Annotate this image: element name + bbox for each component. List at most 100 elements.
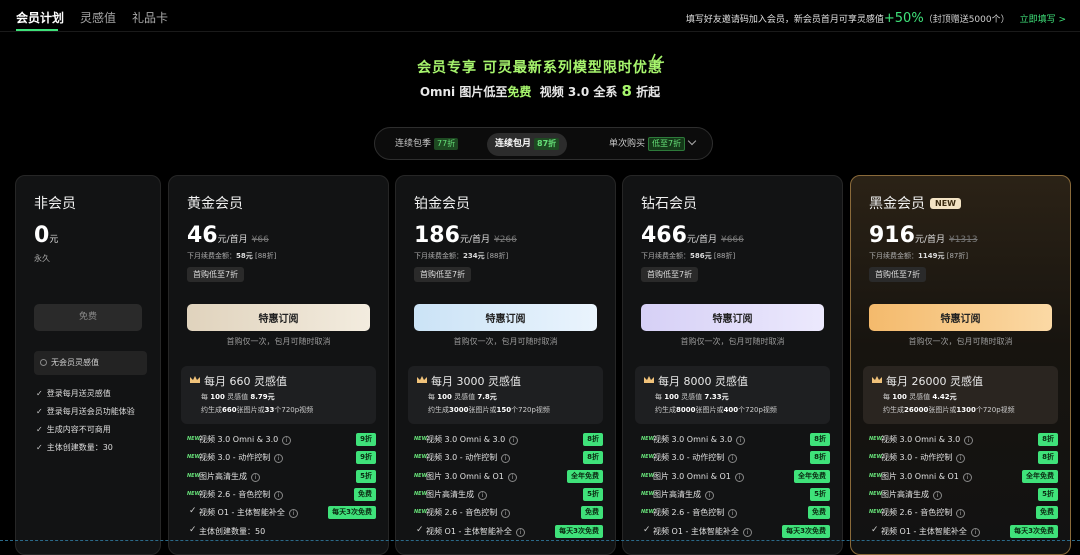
info-icon[interactable]: i — [274, 490, 284, 500]
text: 张图片或 — [468, 406, 497, 414]
sparkle-icon — [651, 53, 665, 64]
plan-feature: NEW 视频 2.6 - 音色控制 i 免费 — [869, 506, 1058, 520]
info-icon[interactable]: i — [964, 436, 974, 445]
billing-option-one-time[interactable]: 单次购买 低至7折 — [601, 133, 703, 156]
feature-discount-badge: 5折 — [583, 487, 603, 501]
credits-unit: 灵感值 — [950, 375, 983, 388]
renewal-price: 下月续费金额：234元 [88折] — [414, 251, 508, 261]
first-purchase-tag: 首购低至7折 — [641, 267, 699, 282]
renewal-amount: 586元 — [690, 252, 712, 260]
feature-text: 视频 O1 - 主体智能补全 — [881, 526, 967, 536]
info-icon[interactable]: i — [742, 527, 752, 537]
info-icon[interactable]: i — [734, 472, 744, 482]
plan-feature: NEW 视频 2.6 - 音色控制 i 免费 — [414, 506, 603, 520]
tab-membership-plans[interactable]: 会员计划 — [16, 9, 64, 26]
plan-feature: NEW 视频 3.0 Omni & 3.0 i 8折 — [641, 433, 830, 447]
feature-text: 图片 3.0 Omni & O1 — [881, 471, 959, 481]
info-icon[interactable]: i — [956, 509, 966, 519]
plan-original-price: ¥1313 — [948, 235, 978, 245]
plan-feature: ✓ 视频 O1 - 主体智能补全 i 每天3次免费 — [187, 506, 376, 520]
renewal-discount: [88折] — [254, 252, 277, 260]
monthly-credits-box: 每月 8000 灵感值每 100 灵感值 7.33元 约生成8000张图片或400… — [635, 366, 830, 424]
plan-feature: NEW 视频 3.0 - 动作控制 i 8折 — [641, 451, 830, 465]
subscribe-button[interactable]: 特惠订阅 — [641, 304, 824, 331]
feature-discount-badge: 每天3次免费 — [328, 506, 376, 520]
text: 7.33元 — [704, 393, 729, 401]
promo-headline: 会员专享 可灵最新系列模型限时优惠 — [417, 60, 663, 76]
info-icon[interactable]: i — [509, 436, 519, 445]
tab-gift-card[interactable]: 礼品卡 — [132, 9, 168, 26]
info-icon[interactable]: i — [728, 454, 738, 464]
info-icon[interactable]: i — [956, 454, 966, 464]
info-icon[interactable]: i — [288, 509, 298, 519]
info-icon[interactable]: i — [515, 527, 525, 537]
text: 个720p视频 — [274, 406, 314, 414]
feature-label: 主体创建数量：50 — [199, 526, 265, 537]
info-icon[interactable]: i — [282, 436, 292, 445]
text: 张图片或 — [928, 406, 957, 414]
feature-discount-badge: 8折 — [810, 433, 830, 446]
feature-text: 视频 3.0 - 动作控制 — [199, 453, 271, 463]
info-icon[interactable]: i — [501, 509, 511, 519]
credit-unit-price: 每 100 灵感值 7.8元 — [428, 392, 497, 402]
text: 每 — [883, 393, 890, 401]
info-icon[interactable]: i — [970, 527, 980, 537]
credits-amount: 3000 — [456, 375, 485, 388]
check-icon: ✓ — [189, 524, 197, 535]
tab-inspiration-credits[interactable]: 灵感值 — [80, 9, 116, 26]
info-icon[interactable]: i — [728, 509, 738, 519]
plan-original-price: ¥666 — [720, 235, 744, 245]
text: 100 — [437, 393, 452, 401]
feature-label: 视频 3.0 - 动作控制 i — [653, 452, 738, 464]
feature-text: 视频 3.0 - 动作控制 — [881, 453, 953, 463]
feature-text: 图片高清生成 — [426, 489, 474, 499]
plan-price-value: 186 — [414, 223, 460, 248]
feature-text: 视频 3.0 Omni & 3.0 — [426, 435, 506, 444]
plan-name-text: 铂金会员 — [414, 196, 470, 212]
subscribe-note: 首购仅一次，包月可随时取消 — [908, 337, 1013, 346]
billing-option-label: 连续包季 — [395, 139, 432, 149]
info-icon[interactable]: i — [478, 490, 487, 500]
subscribe-button[interactable]: 特惠订阅 — [869, 304, 1052, 331]
feature-discount-badge: 每天3次免费 — [782, 524, 830, 538]
promo-discount-number: 8 — [621, 82, 632, 100]
billing-option-monthly[interactable]: 连续包月 87折 — [487, 133, 568, 156]
info-icon[interactable]: i — [274, 454, 284, 464]
plan-name: 钻石会员 — [641, 193, 697, 213]
info-icon[interactable]: i — [501, 454, 511, 464]
check-icon: ✓ — [189, 506, 197, 517]
info-icon[interactable]: i — [507, 472, 517, 482]
info-icon[interactable]: i — [251, 472, 260, 482]
feature-text: 视频 O1 - 主体智能补全 — [199, 508, 285, 518]
monthly-credits: 每月 26000 灵感值 — [886, 373, 983, 389]
text: 灵感值 — [909, 393, 931, 401]
feature-discount-badge: 免费 — [581, 506, 603, 520]
feature-label: 视频 3.0 Omni & 3.0 i — [199, 434, 292, 445]
plan-feature: NEW 视频 3.0 Omni & 3.0 i 9折 — [187, 433, 376, 447]
info-icon[interactable]: i — [933, 490, 942, 500]
feature-text: 图片高清生成 — [653, 489, 701, 499]
text: 约生成 — [428, 406, 449, 414]
text: 约生成 — [201, 406, 222, 414]
info-icon[interactable]: i — [962, 472, 972, 482]
feature-discount-badge: 免费 — [808, 506, 830, 520]
plan-feature: NEW 视频 2.6 - 音色控制 i 免费 — [641, 506, 830, 520]
text: 8000 — [676, 406, 696, 414]
generation-estimate: 约生成3000张图片或150个720p视频 — [428, 405, 550, 415]
free-plan-button[interactable]: 免费 — [34, 304, 142, 331]
feature-text: 视频 3.0 Omni & 3.0 — [199, 435, 279, 444]
plan-card-gold: 黄金会员 46元/首月 ¥66 下月续费金额：58元 [88折] 首购低至7折 特惠订阅首… — [168, 175, 389, 555]
new-badge: NEW — [930, 198, 961, 209]
feature-label: 视频 O1 - 主体智能补全 i — [426, 526, 525, 537]
info-icon[interactable]: i — [705, 490, 714, 500]
plan-name-text: 黑金会员 — [869, 196, 925, 212]
invite-fill-link[interactable]: 立即填写 > — [1020, 15, 1066, 25]
feature-text: 视频 3.0 Omni & 3.0 — [653, 435, 733, 444]
subscribe-button[interactable]: 特惠订阅 — [187, 304, 370, 331]
plan-card-diamond: 钻石会员 466元/首月 ¥666 下月续费金额：586元 [88折] 首购低至7折 特惠… — [622, 175, 843, 555]
info-icon[interactable]: i — [736, 436, 746, 445]
feature-label: 图片高清生成 i — [426, 489, 487, 500]
subscribe-button[interactable]: 特惠订阅 — [414, 304, 597, 331]
billing-option-quarterly[interactable]: 连续包季 77折 — [387, 133, 466, 156]
plan-price: 186元/首月 ¥266 — [414, 223, 517, 248]
